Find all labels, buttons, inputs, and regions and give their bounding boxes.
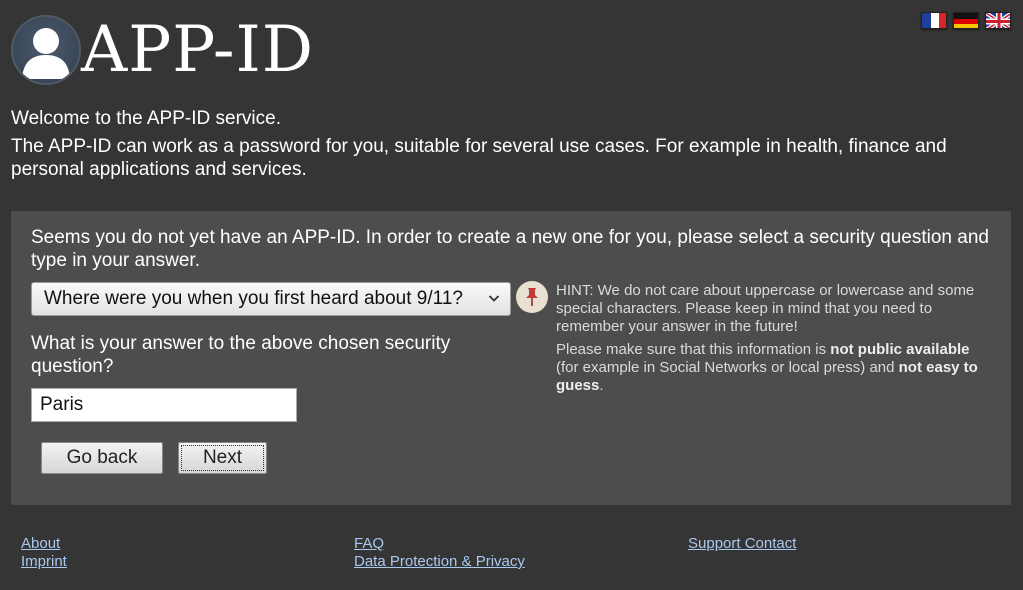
imprint-link[interactable]: Imprint: [21, 553, 67, 571]
about-link[interactable]: About: [21, 535, 67, 553]
next-button[interactable]: Next: [178, 442, 267, 474]
privacy-hint-emphasis: not public available: [830, 341, 970, 358]
footer-column-3: Support Contact: [688, 535, 796, 553]
hint-box: HINT: We do not care about uppercase or …: [556, 282, 991, 400]
french-flag-icon[interactable]: [921, 12, 947, 29]
pushpin-icon: [516, 281, 548, 313]
privacy-hint-part: (for example in Social Networks or local…: [556, 359, 899, 376]
support-contact-link[interactable]: Support Contact: [688, 535, 796, 553]
welcome-text: Welcome to the APP-ID service.: [11, 108, 281, 129]
hint-text: HINT: We do not care about uppercase or …: [556, 282, 975, 335]
create-app-id-panel: Seems you do not yet have an APP-ID. In …: [11, 211, 1011, 505]
header: APP-ID: [11, 12, 1011, 87]
german-flag-icon[interactable]: [953, 12, 979, 29]
language-selector: [921, 12, 1011, 29]
security-question-select[interactable]: Where were you when you first heard abou…: [31, 282, 511, 316]
faq-link[interactable]: FAQ: [354, 535, 525, 553]
logo-text: APP-ID: [81, 13, 315, 87]
security-question-value: Where were you when you first heard abou…: [44, 288, 463, 309]
go-back-button[interactable]: Go back: [41, 442, 163, 474]
answer-input[interactable]: [31, 388, 297, 422]
footer-column-1: About Imprint: [21, 535, 67, 571]
footer-column-2: FAQ Data Protection & Privacy: [354, 535, 525, 571]
chevron-down-icon: [488, 283, 500, 326]
intro: Welcome to the APP-ID service. The APP-I…: [11, 107, 1001, 186]
privacy-hint-text: Please make sure that this information i…: [556, 341, 991, 395]
privacy-hint-part: Please make sure that this information i…: [556, 341, 831, 358]
user-avatar-icon: [11, 15, 81, 85]
description-text: The APP-ID can work as a password for yo…: [11, 136, 947, 180]
instructions-text: Seems you do not yet have an APP-ID. In …: [31, 227, 989, 271]
privacy-link[interactable]: Data Protection & Privacy: [354, 553, 525, 571]
answer-prompt: What is your answer to the above chosen …: [31, 333, 451, 377]
privacy-hint-part: .: [599, 377, 604, 394]
uk-flag-icon[interactable]: [985, 12, 1011, 29]
